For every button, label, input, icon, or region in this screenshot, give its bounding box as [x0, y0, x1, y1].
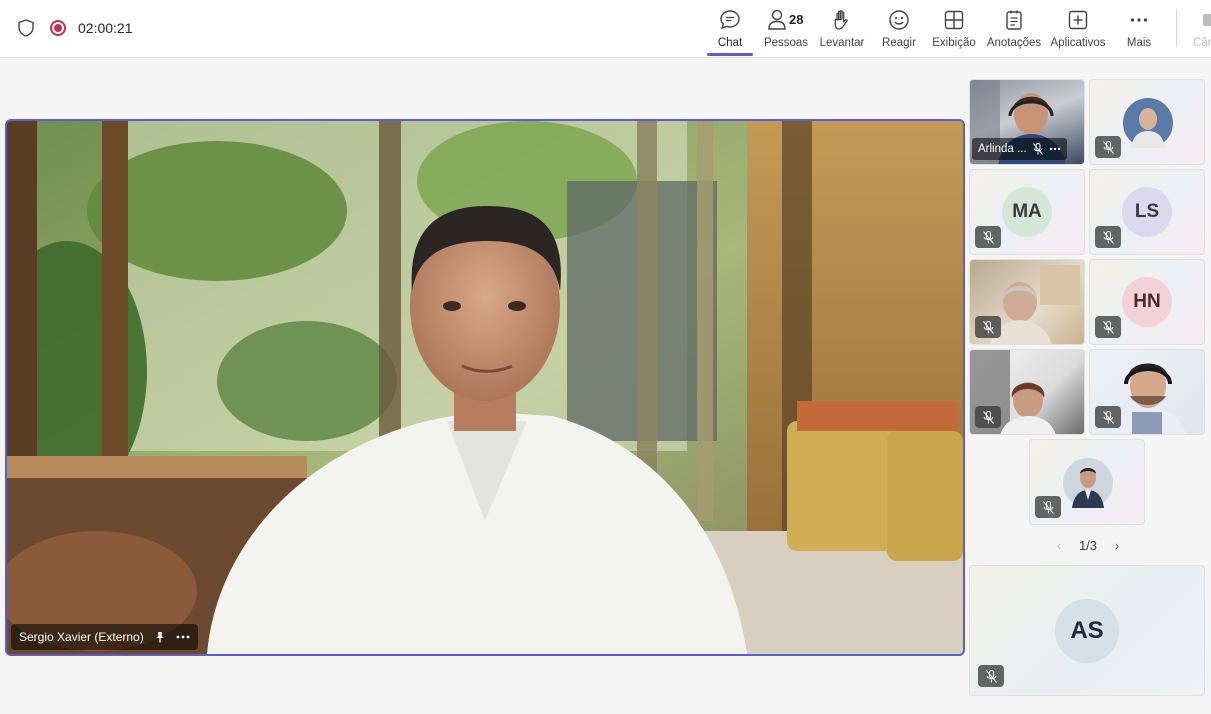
meeting-toolbar: 02:00:21 Chat 28 Pessoas Levantar Reagir…	[0, 0, 1211, 58]
view-label: Exibição	[932, 37, 976, 49]
participant-initials: LS	[1122, 187, 1172, 237]
pager-label: 1/3	[1078, 537, 1098, 553]
mic-off-badge	[1095, 226, 1121, 248]
mic-off-badge	[978, 665, 1004, 687]
mic-off-badge	[975, 406, 1001, 428]
participant-initials: AS	[1055, 598, 1119, 663]
more-icon	[1130, 18, 1148, 22]
smiley-icon	[889, 10, 909, 30]
participant-tile-video-4[interactable]	[1089, 349, 1205, 435]
participant-name-tag: Arlinda ...	[972, 138, 1067, 160]
speaker-video-frame	[7, 121, 963, 654]
participant-tile-photo-1[interactable]	[1089, 79, 1205, 165]
camera-label: Câm	[1193, 37, 1211, 49]
speaker-name-tag: Sergio Xavier (Externo)	[11, 624, 198, 650]
mic-off-badge	[1095, 406, 1121, 428]
mic-off-icon	[1102, 140, 1114, 154]
participant-avatar	[1123, 98, 1173, 148]
chat-label: Chat	[717, 37, 743, 49]
participant-tile-photo-2[interactable]	[1029, 439, 1145, 525]
participant-tile-hn[interactable]: HN	[1089, 259, 1205, 345]
participant-tile-ls[interactable]: LS	[1089, 169, 1205, 255]
participant-avatar	[1063, 458, 1113, 508]
notes-icon	[1006, 10, 1022, 30]
notes-button[interactable]: Anotações	[985, 8, 1043, 56]
chat-button[interactable]: Chat	[707, 8, 753, 56]
more-options-icon[interactable]	[176, 631, 190, 643]
participant-tile-video-3[interactable]	[969, 349, 1085, 435]
mic-off-badge	[975, 316, 1001, 338]
mic-off-icon	[982, 410, 994, 424]
react-button[interactable]: Reagir	[878, 8, 920, 56]
apps-label: Aplicativos	[1050, 37, 1106, 49]
raise-hand-button[interactable]: Levantar	[819, 8, 865, 56]
chevron-right-icon[interactable]: ›	[1110, 538, 1124, 553]
mic-off-icon	[1102, 320, 1114, 334]
more-label: Mais	[1126, 37, 1152, 49]
shield-icon[interactable]	[18, 19, 34, 37]
people-button[interactable]: 28 Pessoas	[763, 8, 809, 56]
mic-off-icon	[1102, 230, 1114, 244]
participant-initials: MA	[1002, 187, 1052, 237]
camera-icon	[1203, 14, 1211, 26]
chat-icon	[720, 10, 740, 30]
react-label: Reagir	[882, 37, 916, 49]
people-count: 28	[789, 12, 804, 27]
participant-initials: HN	[1122, 277, 1172, 327]
participant-name: Arlinda ...	[978, 143, 1027, 155]
participant-tile-arlinda[interactable]: Arlinda ...	[969, 79, 1085, 165]
mic-off-icon	[985, 669, 997, 683]
mic-off-badge	[975, 226, 1001, 248]
mic-off-icon	[1042, 500, 1054, 514]
raise-hand-label: Levantar	[819, 37, 865, 49]
meeting-timer: 02:00:21	[78, 20, 133, 36]
apps-button[interactable]: Aplicativos	[1050, 8, 1106, 56]
camera-button[interactable]: Câm	[1193, 8, 1211, 56]
toolbar-divider	[1176, 10, 1177, 46]
grid-view-icon	[944, 10, 964, 30]
participant-tile-ma[interactable]: MA	[969, 169, 1085, 255]
person-icon	[768, 9, 786, 30]
notes-label: Anotações	[986, 37, 1042, 49]
more-button[interactable]: Mais	[1122, 8, 1156, 56]
participant-tile-as[interactable]: AS	[969, 565, 1205, 696]
mic-off-badge	[1095, 136, 1121, 158]
pin-icon[interactable]	[154, 631, 166, 643]
mic-off-icon	[1102, 410, 1114, 424]
view-button[interactable]: Exibição	[930, 8, 978, 56]
recording-icon	[50, 20, 66, 36]
chevron-left-icon[interactable]: ‹	[1052, 538, 1066, 553]
more-options-icon[interactable]	[1049, 144, 1061, 154]
mic-off-badge	[1035, 496, 1061, 518]
mic-off-badge	[1095, 316, 1121, 338]
speaker-name: Sergio Xavier (Externo)	[19, 630, 144, 644]
mic-off-icon	[982, 320, 994, 334]
main-speaker-video[interactable]: Sergio Xavier (Externo)	[5, 119, 965, 656]
mic-off-icon	[982, 230, 994, 244]
people-label: Pessoas	[763, 37, 809, 49]
gallery-pager: ‹ 1/3 ›	[1052, 536, 1124, 554]
active-tab-indicator	[707, 53, 753, 56]
participant-tile-video-2[interactable]	[969, 259, 1085, 345]
mic-off-icon	[1032, 143, 1043, 155]
hand-icon	[834, 10, 848, 30]
add-app-icon	[1068, 10, 1088, 30]
